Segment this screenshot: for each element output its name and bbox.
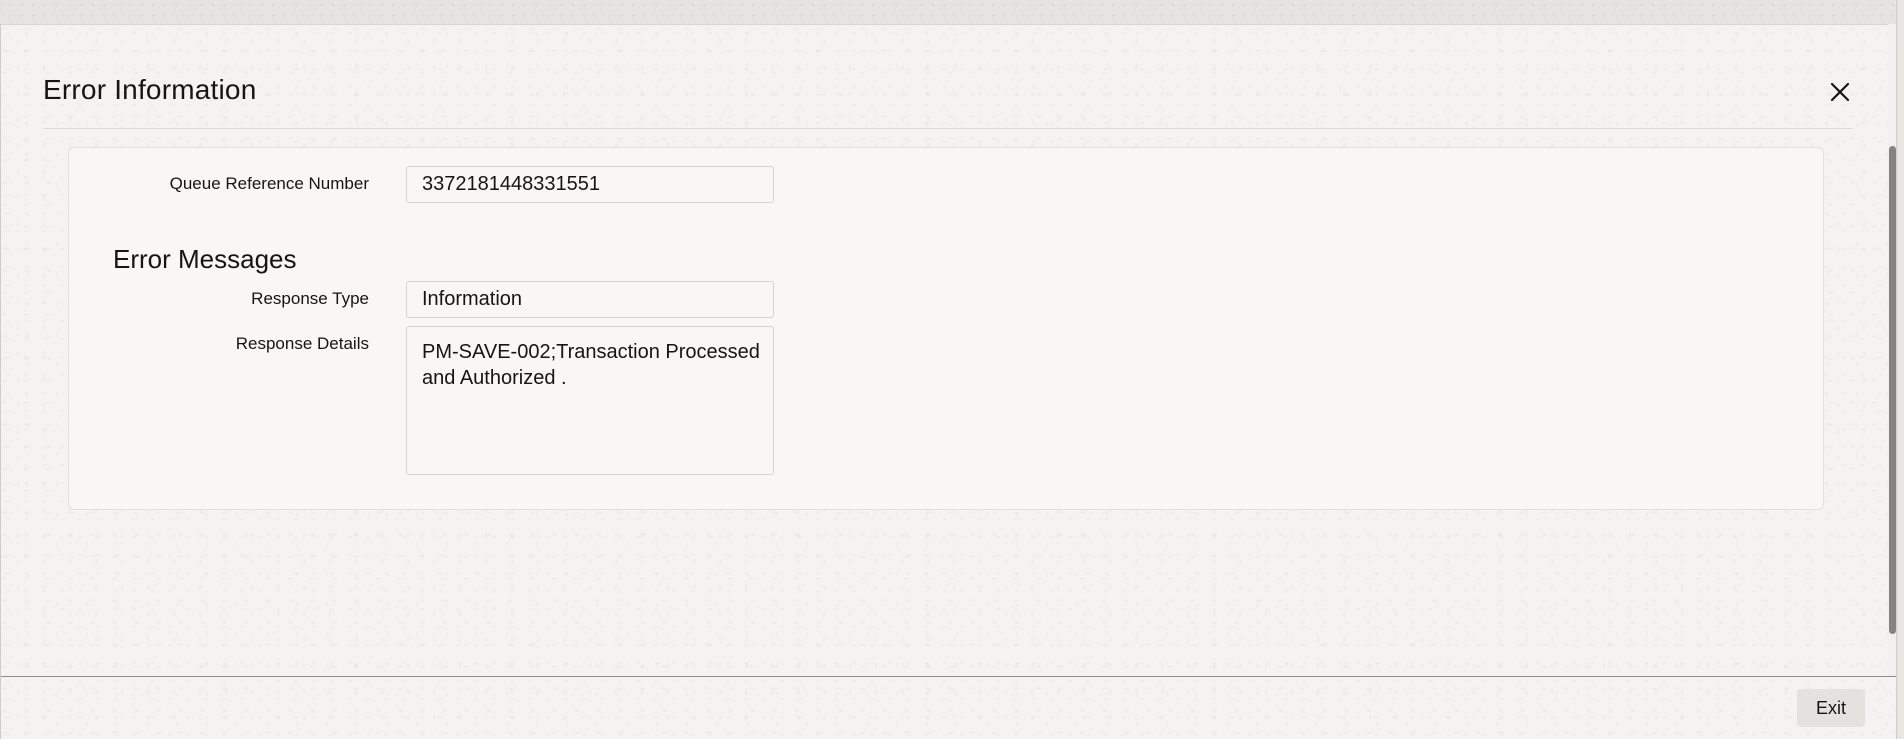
exit-button[interactable]: Exit	[1797, 689, 1865, 727]
background-header-strip	[0, 0, 1904, 25]
queue-reference-number-field[interactable]: 3372181448331551	[406, 166, 774, 203]
title-divider	[43, 128, 1853, 129]
response-type-label: Response Type	[251, 289, 369, 308]
window-edge	[1896, 0, 1904, 739]
error-details-panel: Queue Reference Number 3372181448331551 …	[68, 147, 1824, 510]
response-details-textarea[interactable]: PM-SAVE-002;Transaction Processed and Au…	[406, 326, 774, 475]
close-icon	[1830, 82, 1850, 102]
dialog-title: Error Information	[43, 74, 257, 105]
response-type-field[interactable]: Information	[406, 281, 774, 318]
footer-divider	[1, 676, 1897, 677]
error-information-dialog: Error Information Queue Reference Number…	[0, 24, 1897, 739]
error-messages-heading: Error Messages	[113, 244, 297, 274]
close-button[interactable]	[1824, 76, 1856, 108]
response-details-label: Response Details	[235, 334, 369, 353]
queue-reference-number-label: Queue Reference Number	[169, 174, 369, 193]
scrollbar-thumb[interactable]	[1889, 146, 1896, 634]
